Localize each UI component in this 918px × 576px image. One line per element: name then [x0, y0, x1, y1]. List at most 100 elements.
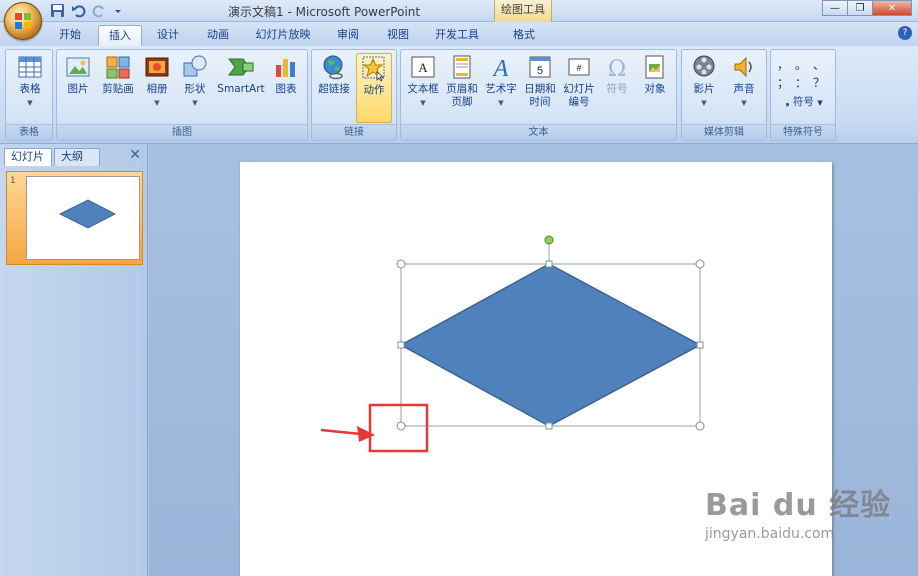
qat-dropdown-icon[interactable]: [113, 3, 128, 18]
window-title: 演示文稿1 - Microsoft PowerPoint: [228, 5, 421, 19]
baidu-watermark: Bai du 经验 jingyan.baidu.com: [705, 480, 891, 542]
dropdown-arrow-icon: ▼: [420, 99, 426, 107]
header-footer-button[interactable]: 页眉和 页脚: [443, 53, 481, 109]
tab-slides[interactable]: 幻灯片: [4, 148, 52, 166]
smartart-button[interactable]: SmartArt: [215, 53, 267, 96]
speaker-icon: [734, 56, 752, 78]
group-table: 表格 ▼ 表格: [5, 49, 53, 141]
action-star-icon: [362, 56, 385, 82]
wordart-icon: A: [492, 56, 509, 81]
resize-handle-bottom-left[interactable]: [396, 421, 406, 431]
undo-icon[interactable]: [71, 3, 86, 18]
wordart-button[interactable]: A 艺术字 ▼: [482, 53, 520, 110]
tab-insert[interactable]: 插入: [98, 25, 142, 46]
symbol-period[interactable]: 。: [795, 56, 807, 73]
symbol-drop-icon: ❟: [785, 96, 790, 108]
close-pane-icon[interactable]: ✕: [129, 147, 141, 163]
tab-developer[interactable]: 开发工具: [426, 25, 488, 46]
resize-handle-bottom-right[interactable]: [695, 421, 705, 431]
slide-number-button[interactable]: # 幻灯片 编号: [560, 53, 598, 109]
save-icon[interactable]: [50, 3, 65, 18]
ribbon: 表格 ▼ 表格 图片 剪贴画 相册 ▼ 形状 ▼ SmartArt 图表 插图 …: [0, 46, 918, 144]
tab-home[interactable]: 开始: [48, 25, 92, 46]
picture-icon: [66, 57, 90, 77]
header-footer-label-1: 页眉和: [446, 83, 478, 95]
group-links: 超链接 动作 链接: [311, 49, 397, 141]
hyperlink-button[interactable]: 超链接: [316, 53, 352, 96]
resize-handle-top-right[interactable]: [695, 259, 705, 269]
header-footer-icon: [453, 55, 471, 79]
symbol-label: 符号: [606, 83, 628, 95]
slide-number-label-1: 幻灯片: [563, 83, 595, 95]
group-label-illustrations: 插图: [57, 124, 307, 140]
symbol-comma[interactable]: ，: [777, 56, 789, 73]
resize-handle-bottom[interactable]: [545, 422, 553, 430]
tab-review[interactable]: 审阅: [326, 25, 370, 46]
sound-label: 声音: [733, 83, 755, 95]
picture-button[interactable]: 图片: [63, 53, 93, 96]
dropdown-arrow-icon: ▼: [27, 99, 33, 107]
omega-icon: Ω: [608, 57, 626, 81]
svg-text:A: A: [418, 60, 428, 75]
window-controls: — ❐ ✕: [822, 0, 912, 16]
tab-outline[interactable]: 大纲: [54, 148, 100, 166]
svg-text:#: #: [576, 63, 581, 73]
group-label-table: 表格: [6, 124, 52, 140]
album-label: 相册: [146, 83, 168, 95]
smartart-label: SmartArt: [217, 83, 265, 95]
resize-handle-left[interactable]: [397, 341, 405, 349]
object-button[interactable]: 对象: [637, 53, 673, 96]
tab-format[interactable]: 格式: [498, 25, 550, 46]
object-icon: [645, 55, 664, 79]
sound-button[interactable]: 声音 ▼: [726, 53, 762, 110]
quick-access-toolbar: [50, 3, 128, 18]
resize-handle-top[interactable]: [545, 260, 553, 268]
rotation-handle[interactable]: [544, 235, 554, 245]
tab-slideshow[interactable]: 幻灯片放映: [246, 25, 320, 46]
group-label-text: 文本: [401, 124, 676, 140]
album-button[interactable]: 相册 ▼: [141, 53, 173, 110]
thumbnail-diamond: [58, 199, 117, 229]
symbol-semicolon[interactable]: ；: [777, 74, 789, 91]
redo-icon[interactable]: [92, 3, 107, 18]
textbox-button[interactable]: A 文本框 ▼: [404, 53, 442, 110]
restore-icon[interactable]: ❐: [847, 0, 873, 16]
shapes-button[interactable]: 形状 ▼: [179, 53, 211, 110]
group-label-media: 媒体剪辑: [682, 124, 766, 140]
slide-thumbnail-1[interactable]: 1: [6, 171, 143, 265]
table-button[interactable]: 表格 ▼: [11, 53, 49, 110]
symbol-button[interactable]: Ω 符号: [599, 53, 635, 96]
datetime-button[interactable]: 5 日期和 时间: [521, 53, 559, 109]
diamond-shape[interactable]: [399, 263, 702, 427]
slide-thumbnail-image: [26, 176, 140, 260]
tab-view[interactable]: 视图: [376, 25, 420, 46]
minimize-icon[interactable]: —: [822, 0, 848, 16]
film-reel-icon: [693, 55, 715, 77]
shapes-icon: [183, 55, 207, 77]
chart-button[interactable]: 图表: [271, 53, 301, 96]
watermark-url: jingyan.baidu.com: [705, 526, 835, 542]
help-icon[interactable]: ?: [898, 26, 912, 40]
table-icon: [18, 56, 42, 78]
symbol-question[interactable]: ？: [813, 74, 825, 91]
slide-number: 1: [10, 176, 16, 186]
special-symbol-button[interactable]: ❟ 符号 ▼: [777, 96, 831, 110]
dropdown-arrow-icon: ▼: [741, 99, 747, 107]
tab-animation[interactable]: 动画: [196, 25, 240, 46]
group-text: A 文本框 ▼ 页眉和 页脚 A 艺术字 ▼ 5 日期和 时间 # 幻灯片 编号…: [400, 49, 677, 141]
symbol-colon[interactable]: ：: [795, 74, 807, 91]
annotation-arrow-icon: [320, 426, 375, 442]
group-special-symbols: ， 。 、 ； ： ？ ❟ 符号 ▼ 特殊符号: [770, 49, 836, 141]
slides-pane: 幻灯片 大纲 ✕ 1: [0, 144, 148, 576]
resize-handle-right[interactable]: [696, 341, 704, 349]
action-button[interactable]: 动作: [356, 53, 392, 123]
resize-handle-top-left[interactable]: [396, 259, 406, 269]
clipart-button[interactable]: 剪贴画: [98, 53, 138, 96]
movie-button[interactable]: 影片 ▼: [686, 53, 722, 110]
symbol-enumeration-comma[interactable]: 、: [813, 56, 825, 73]
office-button[interactable]: [4, 2, 42, 40]
close-icon[interactable]: ✕: [872, 0, 912, 16]
tab-design[interactable]: 设计: [146, 25, 190, 46]
group-label-links: 链接: [312, 124, 396, 140]
svg-text:5: 5: [537, 65, 543, 77]
